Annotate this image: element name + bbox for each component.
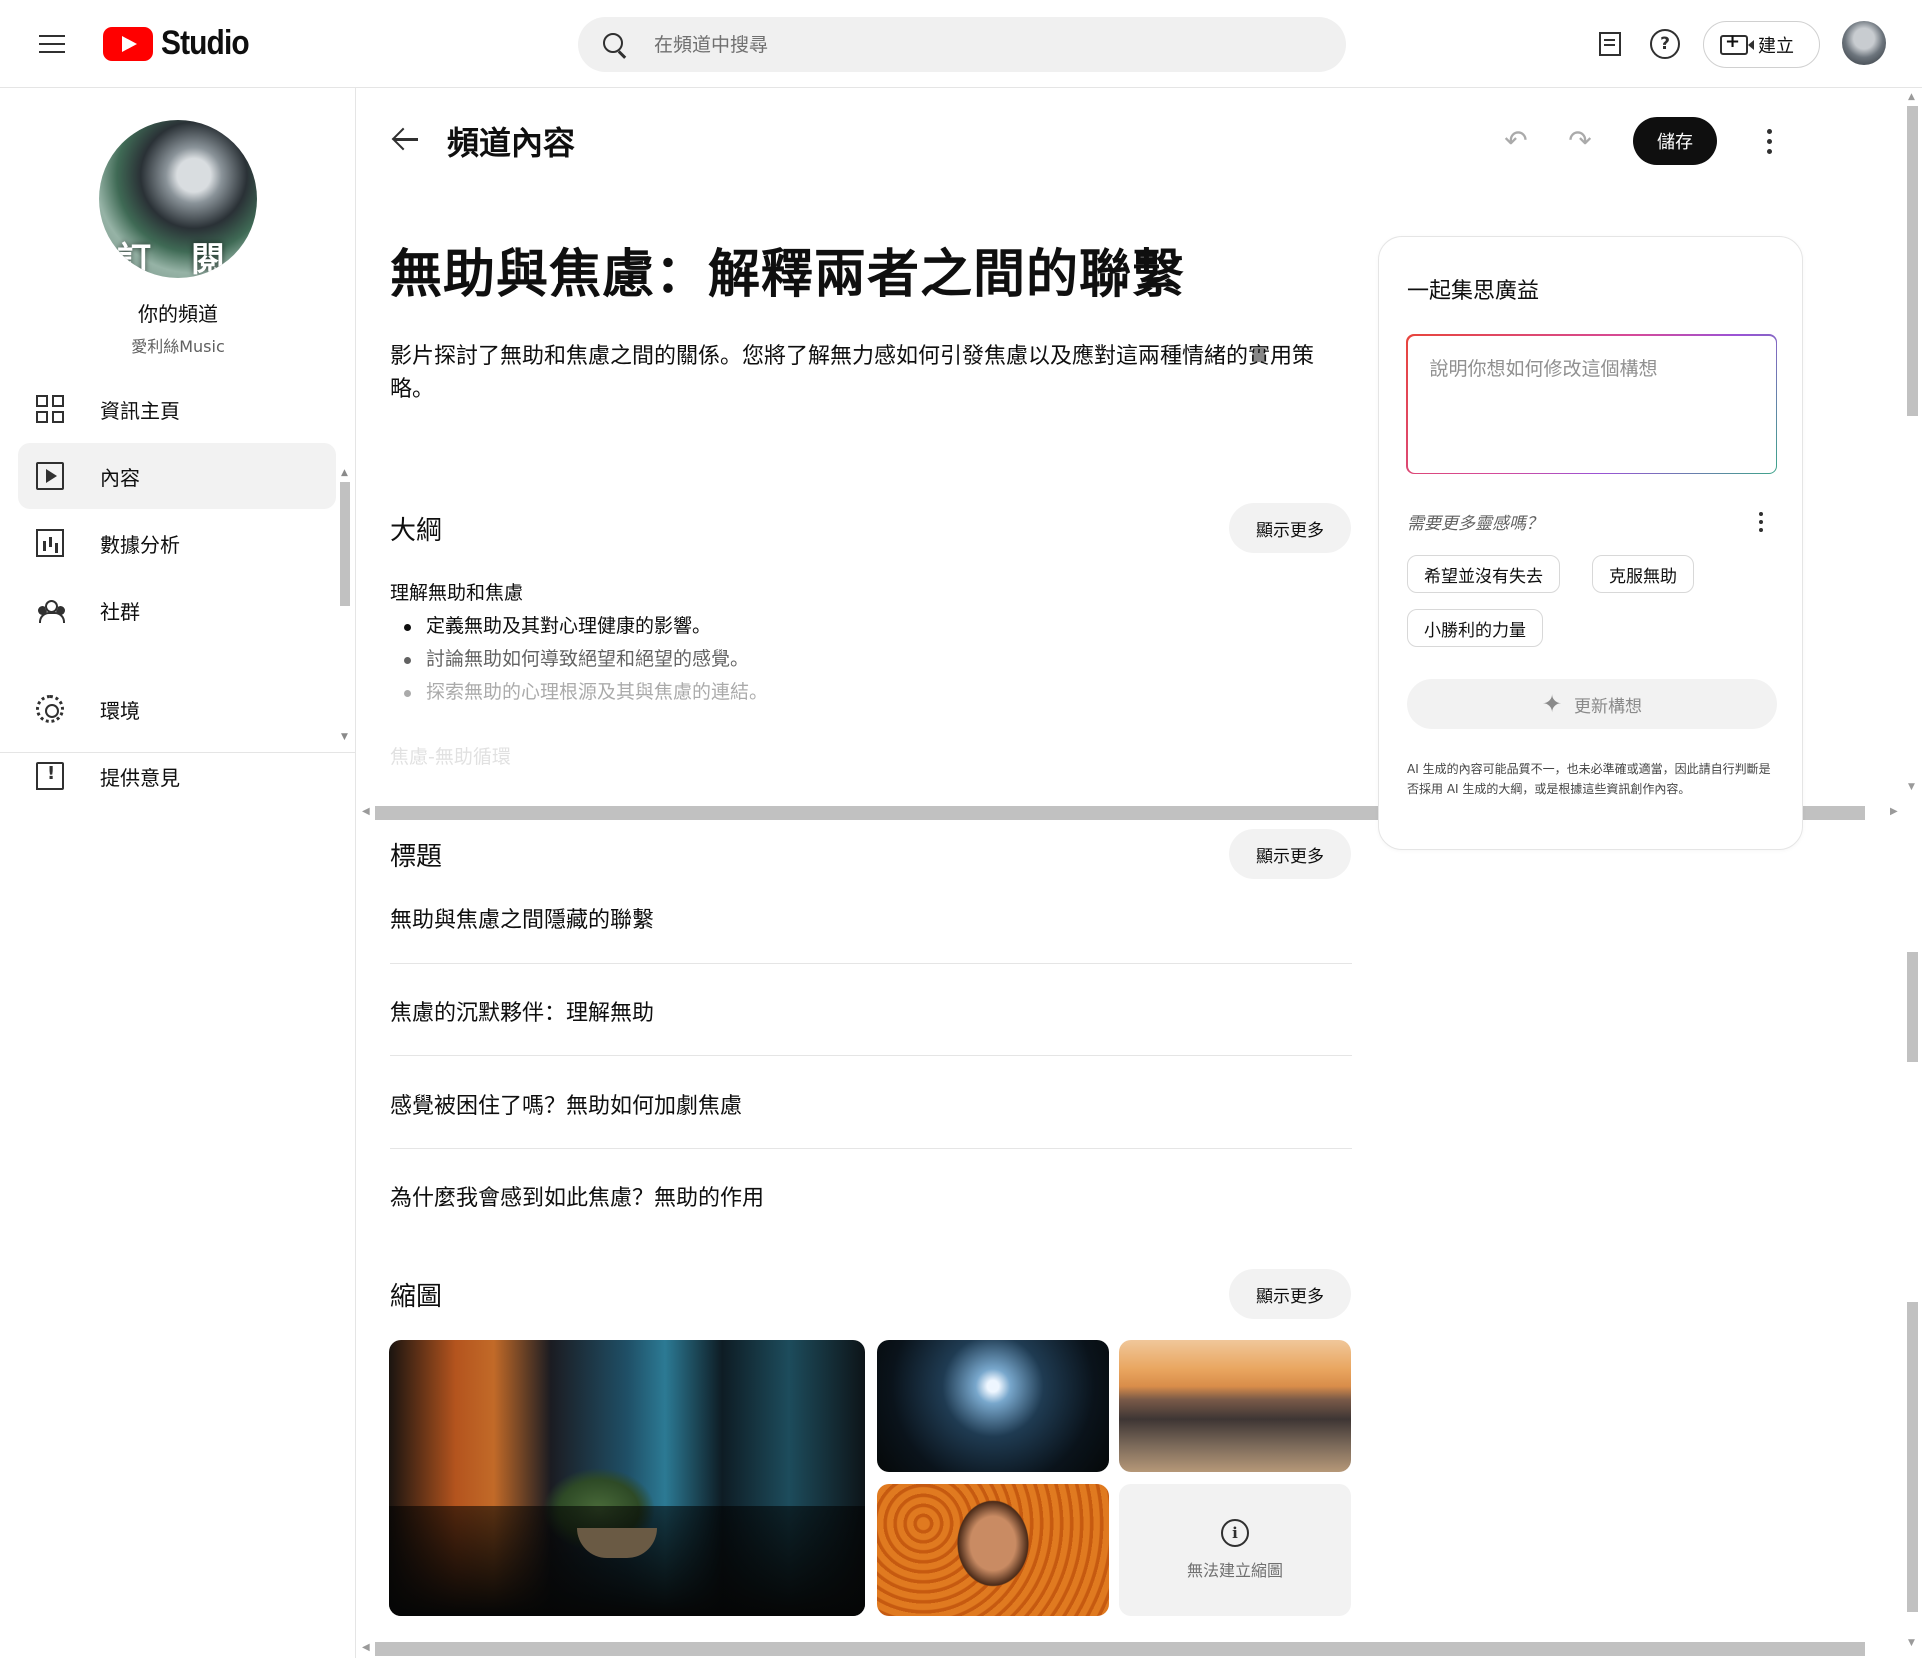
help-icon[interactable]: ?	[1645, 24, 1685, 64]
idea-title: 無助與焦慮：解釋兩者之間的聯繫	[390, 245, 1186, 305]
prompt-field-border	[1406, 334, 1777, 474]
sidebar-item-label: 資訊主頁	[100, 398, 180, 423]
thumbnail-failed-text: 無法建立縮圖	[1186, 1561, 1283, 1580]
settings-icon	[36, 695, 64, 723]
titles-show-more-button[interactable]: 顯示更多	[1229, 829, 1351, 879]
title-option[interactable]: 無助與焦慮之間隱藏的聯繫	[390, 902, 1352, 934]
page-scrollbar[interactable]: ▲ ▼ ▼	[1904, 92, 1920, 1658]
page-title: 頻道內容	[447, 124, 576, 162]
feedback-icon	[36, 762, 64, 790]
community-icon	[36, 596, 65, 624]
sparkle-icon: ✦	[1541, 690, 1563, 718]
content-icon	[36, 462, 64, 490]
thumbnail-portrait[interactable]	[877, 1484, 1109, 1616]
suggestion-chip[interactable]: 克服無助	[1592, 555, 1694, 593]
idea-prompt-input[interactable]	[1429, 353, 1754, 455]
thumbnail-plant[interactable]	[389, 1340, 865, 1616]
ai-disclaimer: AI 生成的內容可能品質不一，也未必準確或適當，因此請自行判斷是否採用 AI 生…	[1407, 762, 1771, 796]
titles-heading: 標題	[390, 842, 443, 872]
more-options-icon[interactable]	[1751, 509, 1771, 535]
brainstorm-title: 一起集思廣益	[1407, 279, 1540, 304]
analytics-icon	[36, 529, 64, 557]
youtube-studio-logo[interactable]: Studio	[103, 24, 261, 63]
sidebar: 訂 閱 你的頻道 愛利絲Music 資訊主頁 內容 數據分析 社群 ▲ ▼ 環境 …	[0, 88, 356, 1658]
sidebar-item-label: 內容	[100, 465, 140, 490]
outline-heading: 大綱	[390, 516, 443, 546]
create-button-label: 建立	[1758, 35, 1794, 57]
title-option[interactable]: 焦慮的沉默夥伴：理解無助	[390, 995, 1352, 1027]
sidebar-item-community[interactable]: 社群	[18, 577, 336, 643]
list-item: 定義無助及其對心理健康的影響。	[404, 610, 768, 643]
thumbnails-heading: 縮圖	[390, 1282, 443, 1312]
refresh-ideas-button[interactable]: ✦ 更新構想	[1407, 679, 1777, 729]
back-arrow-icon[interactable]	[391, 122, 425, 156]
thumbnail-failed-placeholder: i 無法建立縮圖	[1119, 1484, 1351, 1616]
row-divider	[390, 963, 1352, 964]
outline-show-more-button[interactable]: 顯示更多	[1229, 503, 1351, 553]
info-icon: i	[1221, 1519, 1249, 1547]
title-option[interactable]: 為什麼我會感到如此焦慮？無助的作用	[390, 1180, 1352, 1212]
sidebar-item-feedback[interactable]: 提供意見	[18, 743, 336, 809]
sidebar-item-dashboard[interactable]: 資訊主頁	[18, 376, 336, 442]
hamburger-menu-icon[interactable]	[32, 24, 72, 64]
refresh-ideas-label: 更新構想	[1574, 696, 1643, 717]
row-divider	[390, 1055, 1352, 1056]
search-input[interactable]	[654, 33, 1314, 56]
title-option[interactable]: 感覺被困住了嗎？無助如何加劇焦慮	[390, 1088, 1352, 1120]
scroll-left-arrow[interactable]: ◀	[362, 1642, 370, 1653]
outline-next-subheading: 焦慮-無助循環	[390, 746, 511, 768]
scroll-right-arrow[interactable]: ▶	[1890, 806, 1898, 817]
thumbnails-show-more-button[interactable]: 顯示更多	[1229, 1269, 1351, 1319]
scroll-left-arrow[interactable]: ◀	[362, 806, 370, 817]
suggestion-chip[interactable]: 希望並沒有失去	[1407, 555, 1560, 593]
sidebar-item-settings[interactable]: 環境	[18, 676, 336, 742]
sidebar-item-label: 社群	[100, 599, 140, 624]
top-app-bar: Studio ? 建立	[0, 0, 1922, 88]
list-item: 討論無助如何導致絕望和絕望的感覺。	[404, 643, 768, 676]
channel-search-bar[interactable]	[578, 17, 1346, 72]
avatar-overlay-text: 訂 閱	[117, 239, 239, 279]
sidebar-scrollbar[interactable]: ▲ ▼	[339, 468, 351, 742]
channel-name: 愛利絲Music	[131, 337, 225, 356]
sidebar-item-label: 環境	[100, 698, 140, 723]
more-options-icon[interactable]	[1754, 126, 1784, 156]
comment-icon[interactable]	[1590, 24, 1630, 64]
row-divider	[390, 1148, 1352, 1149]
sidebar-item-label: 數據分析	[100, 532, 180, 557]
dashboard-icon	[36, 395, 64, 423]
youtube-play-icon	[103, 26, 153, 61]
outline-subheading: 理解無助和焦慮	[390, 582, 524, 604]
sidebar-item-analytics[interactable]: 數據分析	[18, 510, 336, 576]
create-button[interactable]: 建立	[1703, 21, 1820, 68]
suggestion-chip[interactable]: 小勝利的力量	[1407, 609, 1543, 647]
channel-avatar[interactable]: 訂 閱	[99, 120, 257, 278]
create-video-icon	[1720, 31, 1754, 55]
sidebar-item-content[interactable]: 內容	[18, 443, 336, 509]
thumbnail-tunnel[interactable]	[877, 1340, 1109, 1472]
outline-list: 定義無助及其對心理健康的影響。 討論無助如何導致絕望和絕望的感覺。 探索無助的心…	[404, 610, 768, 709]
undo-icon[interactable]: ↶	[1500, 125, 1532, 157]
horizontal-scrollbar[interactable]	[375, 1642, 1865, 1656]
list-item: 探索無助的心理根源及其與焦慮的連結。	[404, 676, 768, 709]
account-avatar[interactable]	[1842, 21, 1886, 65]
brainstorm-panel: 一起集思廣益 需要更多靈感嗎？ 希望並沒有失去 克服無助 小勝利的力量 ✦ 更新…	[1378, 236, 1803, 850]
inspiration-label: 需要更多靈感嗎？	[1407, 514, 1543, 534]
channel-title: 你的頻道	[138, 302, 218, 326]
logo-text: Studio	[161, 24, 250, 62]
sidebar-item-label: 提供意見	[100, 765, 180, 790]
thumbnail-sunset[interactable]	[1119, 1340, 1351, 1472]
save-button[interactable]: 儲存	[1633, 117, 1717, 165]
redo-icon[interactable]: ↷	[1564, 125, 1596, 157]
search-icon[interactable]	[602, 32, 628, 58]
idea-description: 影片探討了無助和焦慮之間的關係。您將了解無力感如何引發焦慮以及應對這兩種情緒的實…	[390, 344, 1315, 402]
